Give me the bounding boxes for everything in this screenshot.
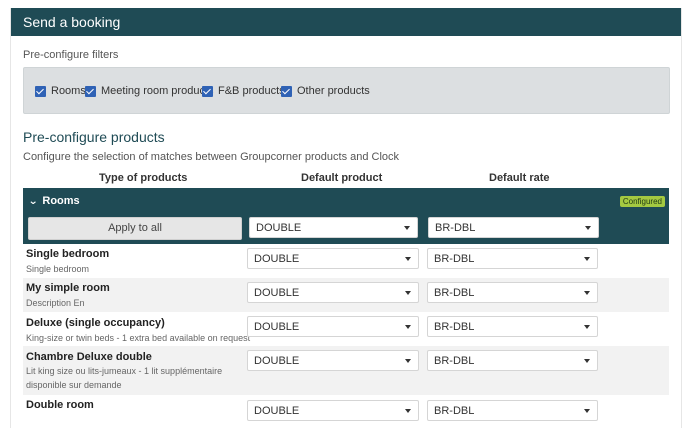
row-product-select-value: DOUBLE (254, 405, 300, 417)
filter-fb-products[interactable]: F&B products (202, 85, 285, 97)
checkbox-checked-icon[interactable] (35, 85, 46, 97)
rooms-group-toggle[interactable]: ⌄ Rooms (28, 195, 80, 207)
row-product-select-value: DOUBLE (254, 321, 300, 333)
filter-fb-products-label: F&B products (218, 85, 285, 97)
filter-rooms[interactable]: Rooms (35, 85, 86, 97)
row-rate-select-value: BR-DBL (434, 321, 475, 333)
row-product-select[interactable]: DOUBLE (247, 248, 419, 269)
table-row: Single bedroom Single bedroom DOUBLE BR-… (23, 244, 669, 278)
caret-down-icon (405, 257, 411, 261)
caret-down-icon (405, 359, 411, 363)
row-product-name: Single bedroom (26, 248, 110, 260)
column-header-type: Type of products (99, 172, 188, 184)
default-rate-select-all-value: BR-DBL (435, 222, 476, 234)
row-rate-select-value: BR-DBL (434, 405, 475, 417)
row-rate-select[interactable]: BR-DBL (427, 350, 598, 371)
filter-meeting-room-products-label: Meeting room products (101, 85, 214, 97)
checkbox-checked-icon[interactable] (202, 85, 213, 97)
caret-down-icon (405, 325, 411, 329)
filter-other-products[interactable]: Other products (281, 85, 370, 97)
table-row: Double room DOUBLE BR-DBL (23, 395, 669, 429)
filters-label: Pre-configure filters (23, 49, 119, 61)
caret-down-icon (584, 257, 590, 261)
row-product-name: Double room (26, 399, 94, 411)
caret-down-icon (405, 291, 411, 295)
row-product-name: Deluxe (single occupancy) (26, 317, 165, 329)
caret-down-icon (585, 226, 591, 230)
checkbox-checked-icon[interactable] (281, 85, 292, 97)
row-product-description: Description En (26, 298, 85, 308)
table-row: My simple room Description En DOUBLE BR-… (23, 278, 669, 312)
row-product-select[interactable]: DOUBLE (247, 350, 419, 371)
table-row: Deluxe (single occupancy) King-size or t… (23, 312, 669, 346)
caret-down-icon (584, 359, 590, 363)
filters-box: Rooms Meeting room products F&B products… (23, 67, 670, 114)
chevron-down-icon: ⌄ (28, 195, 39, 207)
caret-down-icon (404, 226, 410, 230)
row-product-select-value: DOUBLE (254, 355, 300, 367)
row-rate-select-value: BR-DBL (434, 253, 475, 265)
checkbox-checked-icon[interactable] (85, 85, 96, 97)
column-header-default-rate: Default rate (489, 172, 550, 184)
table-row: Chambre Deluxe double Lit king size ou l… (23, 346, 669, 395)
rooms-group-title: Rooms (42, 195, 80, 207)
caret-down-icon (584, 409, 590, 413)
products-section-description: Configure the selection of matches betwe… (23, 151, 400, 163)
caret-down-icon (584, 325, 590, 329)
row-rate-select-value: BR-DBL (434, 355, 475, 367)
row-product-select-value: DOUBLE (254, 287, 300, 299)
column-header-default-product: Default product (301, 172, 383, 184)
row-product-select-value: DOUBLE (254, 253, 300, 265)
configured-badge: Configured (619, 196, 665, 207)
default-product-select-all[interactable]: DOUBLE (249, 217, 418, 238)
filter-meeting-room-products[interactable]: Meeting room products (85, 85, 214, 97)
row-rate-select[interactable]: BR-DBL (427, 282, 598, 303)
rooms-group-header: ⌄ Rooms Configured Apply to all DOUBLE B… (23, 188, 669, 244)
panel-header: Send a booking (11, 8, 681, 36)
products-section-title: Pre-configure products (23, 129, 165, 145)
row-product-select[interactable]: DOUBLE (247, 316, 419, 337)
row-product-select[interactable]: DOUBLE (247, 400, 419, 421)
row-rate-select[interactable]: BR-DBL (427, 316, 598, 337)
caret-down-icon (405, 409, 411, 413)
send-booking-panel: Send a booking Pre-configure filters Roo… (10, 8, 682, 428)
caret-down-icon (584, 291, 590, 295)
row-product-name: My simple room (26, 282, 110, 294)
row-product-name: Chambre Deluxe double (26, 351, 152, 363)
row-rate-select[interactable]: BR-DBL (427, 248, 598, 269)
apply-to-all-button[interactable]: Apply to all (28, 217, 242, 240)
default-product-select-all-value: DOUBLE (256, 222, 302, 234)
default-rate-select-all[interactable]: BR-DBL (428, 217, 599, 238)
row-rate-select[interactable]: BR-DBL (427, 400, 598, 421)
row-product-select[interactable]: DOUBLE (247, 282, 419, 303)
row-rate-select-value: BR-DBL (434, 287, 475, 299)
filter-rooms-label: Rooms (51, 85, 86, 97)
row-product-description: Lit king size ou lits-jumeaux - 1 lit su… (26, 366, 223, 390)
row-product-description: Single bedroom (26, 264, 90, 274)
filter-other-products-label: Other products (297, 85, 370, 97)
